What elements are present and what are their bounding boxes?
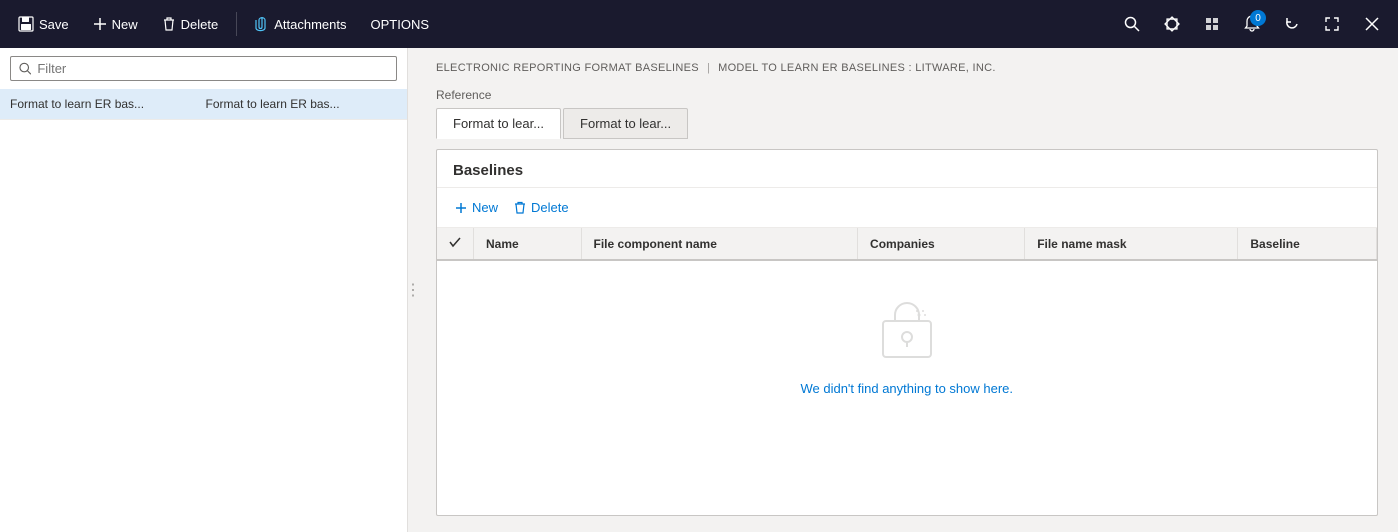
check-icon <box>449 236 461 248</box>
resize-handle[interactable]: ⋮ <box>408 48 416 532</box>
diamond-icon-btn[interactable] <box>1154 6 1190 42</box>
breadcrumb: ELECTRONIC REPORTING FORMAT BASELINES | … <box>416 48 1398 84</box>
filter-input[interactable] <box>37 61 388 76</box>
baselines-new-button[interactable]: New <box>453 196 500 219</box>
delete-icon <box>162 16 176 32</box>
reference-tab-1-label: Format to lear... <box>580 116 671 131</box>
save-label: Save <box>39 17 69 32</box>
baselines-delete-label: Delete <box>531 200 569 215</box>
filter-box[interactable] <box>10 56 397 81</box>
content-area: Baselines New Delete <box>436 149 1378 516</box>
filter-search-icon <box>19 62 31 75</box>
breadcrumb-part2: MODEL TO LEARN ER BASELINES : LITWARE, I… <box>718 62 996 74</box>
title-bar: Save New Delete Attachments OPTIONS <box>0 0 1398 48</box>
office-icon-btn[interactable] <box>1194 6 1230 42</box>
reference-tab-0-label: Format to lear... <box>453 116 544 131</box>
refresh-icon <box>1284 16 1300 32</box>
col-file-component[interactable]: File component name <box>581 228 858 260</box>
save-button[interactable]: Save <box>8 10 79 38</box>
baselines-toolbar: New Delete <box>437 188 1377 228</box>
close-icon <box>1365 17 1379 31</box>
main-layout: Format to learn ER bas... Format to lear… <box>0 48 1398 532</box>
notification-badge: 0 <box>1250 10 1266 26</box>
refresh-btn[interactable] <box>1274 6 1310 42</box>
title-bar-right: 0 <box>1114 6 1390 42</box>
save-icon <box>18 16 34 32</box>
baselines-new-label: New <box>472 200 498 215</box>
new-button[interactable]: New <box>83 11 148 38</box>
col-check <box>437 228 474 260</box>
reference-tabs: Format to lear... Format to lear... <box>436 108 1378 139</box>
expand-btn[interactable] <box>1314 6 1350 42</box>
list-item-col1: Format to learn ER bas... <box>10 97 202 111</box>
col-companies[interactable]: Companies <box>858 228 1025 260</box>
diamond-icon <box>1164 16 1180 32</box>
expand-icon <box>1325 17 1339 31</box>
table-container: Name File component name Companies File … <box>437 228 1377 515</box>
baselines-delete-button[interactable]: Delete <box>512 196 571 219</box>
attachments-label: Attachments <box>274 17 346 32</box>
delete-label: Delete <box>181 17 219 32</box>
right-panel: ELECTRONIC REPORTING FORMAT BASELINES | … <box>416 48 1398 532</box>
new-small-icon <box>455 202 467 214</box>
breadcrumb-separator: | <box>707 62 710 74</box>
list-items: Format to learn ER bas... Format to lear… <box>0 89 407 120</box>
attachments-button[interactable]: Attachments <box>245 10 356 38</box>
toolbar-divider <box>236 12 237 36</box>
new-label: New <box>112 17 138 32</box>
col-baseline[interactable]: Baseline <box>1238 228 1377 260</box>
empty-message: We didn't find anything to show here. <box>800 381 1013 396</box>
list-item-col2: Format to learn ER bas... <box>206 97 398 111</box>
notification-btn[interactable]: 0 <box>1234 6 1270 42</box>
office-icon <box>1204 16 1220 32</box>
search-icon <box>1124 16 1140 32</box>
col-file-mask[interactable]: File name mask <box>1025 228 1238 260</box>
empty-state-icon <box>875 301 939 365</box>
table-header-row: Name File component name Companies File … <box>437 228 1377 260</box>
content-header: Baselines <box>437 150 1377 188</box>
options-label: OPTIONS <box>371 17 430 32</box>
delete-small-icon <box>514 201 526 215</box>
delete-button[interactable]: Delete <box>152 10 229 38</box>
reference-label: Reference <box>436 88 1378 102</box>
reference-tab-1[interactable]: Format to lear... <box>563 108 688 139</box>
baselines-table: Name File component name Companies File … <box>437 228 1377 436</box>
reference-tab-0[interactable]: Format to lear... <box>436 108 561 139</box>
left-panel: Format to learn ER bas... Format to lear… <box>0 48 408 532</box>
options-button[interactable]: OPTIONS <box>361 11 440 38</box>
empty-state: We didn't find anything to show here. <box>437 261 1377 436</box>
search-icon-btn[interactable] <box>1114 6 1150 42</box>
close-btn[interactable] <box>1354 6 1390 42</box>
list-item[interactable]: Format to learn ER bas... Format to lear… <box>0 89 407 120</box>
reference-section: Reference Format to lear... Format to le… <box>416 84 1398 149</box>
breadcrumb-part1: ELECTRONIC REPORTING FORMAT BASELINES <box>436 62 699 74</box>
new-plus-icon <box>93 17 107 31</box>
attachments-icon <box>255 16 269 32</box>
col-name[interactable]: Name <box>474 228 582 260</box>
empty-state-row: We didn't find anything to show here. <box>437 260 1377 436</box>
